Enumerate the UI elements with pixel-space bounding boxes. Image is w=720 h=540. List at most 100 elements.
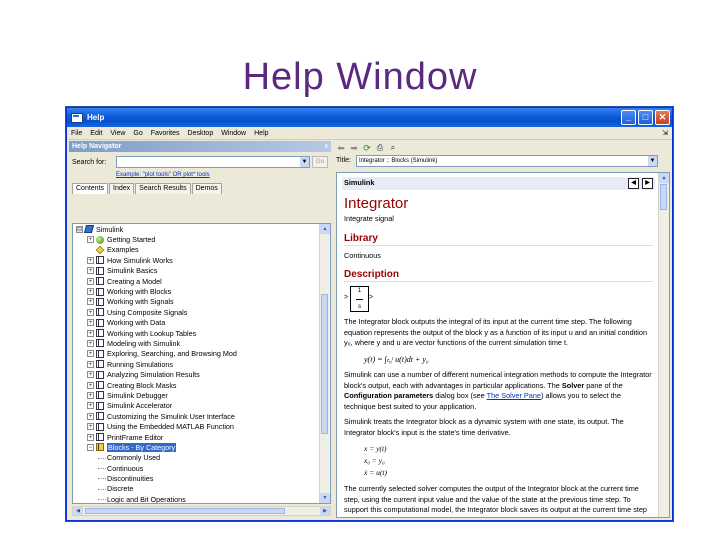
maximize-button[interactable]: □ xyxy=(638,110,653,125)
tree-item-label: Getting Started xyxy=(107,235,156,245)
content-vertical-scrollbar[interactable]: ▲ xyxy=(658,173,669,517)
menu-view[interactable]: View xyxy=(110,130,125,137)
tree-item[interactable]: + Using Composite Signals xyxy=(73,307,320,317)
tab-demos[interactable]: Demos xyxy=(191,183,222,194)
tree-item[interactable]: + Using the Embedded MATLAB Function xyxy=(73,421,320,431)
search-input[interactable]: ▼ xyxy=(116,156,310,168)
tree-item[interactable]: + Creating a Model xyxy=(73,276,320,286)
description-para-3: Simulink treats the Integrator block as … xyxy=(344,417,624,437)
tree-item[interactable]: − Blocks - By Category xyxy=(73,442,320,452)
expand-toggle-icon[interactable]: + xyxy=(87,391,94,399)
tree-item[interactable]: + Working with Data xyxy=(73,318,320,328)
tab-index[interactable]: Index xyxy=(109,183,135,194)
expand-toggle-icon[interactable]: + xyxy=(87,319,94,327)
expand-toggle-icon[interactable]: − xyxy=(87,443,94,451)
tab-contents[interactable]: Contents xyxy=(72,183,109,194)
tree-item[interactable]: + Working with Lookup Tables xyxy=(73,328,320,338)
content-scroll-thumb[interactable] xyxy=(660,184,667,210)
tree-item[interactable]: + Analyzing Simulation Results xyxy=(73,369,320,379)
tree-hscroll-thumb[interactable] xyxy=(85,508,285,514)
menu-file[interactable]: File xyxy=(71,130,82,137)
menu-favorites[interactable]: Favorites xyxy=(151,130,180,137)
find-binoculars-icon[interactable]: ⌕ xyxy=(388,143,398,153)
tree-horizontal-scrollbar[interactable]: ◀ ▶ xyxy=(72,506,331,516)
menu-desktop[interactable]: Desktop xyxy=(188,130,214,137)
menu-go[interactable]: Go xyxy=(133,130,142,137)
content-scroll-up-icon[interactable]: ▲ xyxy=(659,173,669,183)
tree-item[interactable]: + Simulink Basics xyxy=(73,266,320,276)
undock-icon[interactable]: ⇲ xyxy=(662,129,668,137)
solver-pane-link[interactable]: The Solver Pane xyxy=(487,391,541,400)
back-icon[interactable]: ⬅ xyxy=(336,143,346,153)
tree-item[interactable]: + Exploring, Searching, and Browsing Mod xyxy=(73,349,320,359)
tree-item[interactable]: + Customizing the Simulink User Interface xyxy=(73,411,320,421)
menu-window[interactable]: Window xyxy=(221,130,246,137)
tree-item[interactable]: Discontinuities xyxy=(73,473,320,483)
scroll-down-icon[interactable]: ▼ xyxy=(320,493,330,503)
getting-started-icon xyxy=(96,235,104,244)
next-page-icon[interactable]: ▶ xyxy=(642,178,653,189)
tree-item[interactable]: + Simulink Accelerator xyxy=(73,401,320,411)
page-title-field[interactable]: Integrator :: Blocks (Simulink) ▼ xyxy=(356,154,658,167)
expand-toggle-icon[interactable]: + xyxy=(87,360,94,368)
expand-toggle-icon[interactable]: + xyxy=(87,256,94,264)
search-example-link[interactable]: Example: "plot tools" OR plot* tools xyxy=(116,172,331,178)
forward-icon[interactable]: ➡ xyxy=(349,143,359,153)
expand-toggle-icon[interactable]: + xyxy=(87,288,94,296)
tree-item[interactable]: + Simulink Debugger xyxy=(73,390,320,400)
contents-tree-panel: ⊟ Simulink + Getting Started Examples + How Si… xyxy=(72,223,331,504)
print-icon[interactable]: ⎙ xyxy=(375,143,385,153)
expand-toggle-icon[interactable]: + xyxy=(87,236,94,244)
state-equation-1: x = y(t) xyxy=(364,444,387,453)
window-titlebar[interactable]: Help _ □ ✕ xyxy=(67,108,672,127)
tab-search-results[interactable]: Search Results xyxy=(135,183,191,194)
search-dropdown-icon[interactable]: ▼ xyxy=(300,157,309,167)
tree-item[interactable]: + How Simulink Works xyxy=(73,255,320,265)
tree-item[interactable]: Logic and Bit Operations xyxy=(73,494,320,503)
menu-bar: File Edit View Go Favorites Desktop Wind… xyxy=(67,127,672,140)
expand-toggle-icon[interactable]: + xyxy=(87,339,94,347)
tree-item[interactable]: Discrete xyxy=(73,484,320,494)
expand-toggle-icon[interactable]: + xyxy=(87,298,94,306)
expand-toggle-icon[interactable]: + xyxy=(87,423,94,431)
tree-vertical-scrollbar[interactable]: ▲ ▼ xyxy=(319,224,330,503)
book-icon xyxy=(96,412,104,421)
expand-toggle-icon[interactable]: + xyxy=(87,267,94,275)
page-title-dropdown-icon[interactable]: ▼ xyxy=(648,155,657,166)
tree-item[interactable]: Examples xyxy=(73,245,320,255)
scroll-left-icon[interactable]: ◀ xyxy=(73,507,83,515)
refresh-icon[interactable]: ⟳ xyxy=(362,143,372,153)
tree-item[interactable]: + Working with Blocks xyxy=(73,286,320,296)
tree-item[interactable]: + Creating Block Masks xyxy=(73,380,320,390)
expand-toggle-icon[interactable]: + xyxy=(87,412,94,420)
tree-item-label: Discontinuities xyxy=(107,474,154,484)
scroll-up-icon[interactable]: ▲ xyxy=(320,224,330,234)
tree-item[interactable]: + Modeling with Simulink xyxy=(73,338,320,348)
tree-scroll-thumb[interactable] xyxy=(321,294,328,434)
tree-item[interactable]: + Getting Started xyxy=(73,234,320,244)
expand-toggle-icon[interactable]: + xyxy=(87,350,94,358)
tree-item[interactable]: ⊟ Simulink xyxy=(73,224,320,234)
previous-page-icon[interactable]: ◀ xyxy=(628,178,639,189)
go-button[interactable]: Go xyxy=(312,156,328,168)
tree-item[interactable]: + Running Simulations xyxy=(73,359,320,369)
tree-item[interactable]: Continuous xyxy=(73,463,320,473)
tree-item[interactable]: + PrintFrame Editor xyxy=(73,432,320,442)
scroll-right-icon[interactable]: ▶ xyxy=(320,507,330,515)
tree-item-label: Simulink Accelerator xyxy=(107,401,173,411)
expand-toggle-icon[interactable]: + xyxy=(87,402,94,410)
close-navigator-icon[interactable]: x xyxy=(325,143,329,150)
minimize-button[interactable]: _ xyxy=(621,110,636,125)
expand-toggle-icon[interactable]: + xyxy=(87,381,94,389)
expand-toggle-icon[interactable]: + xyxy=(87,277,94,285)
menu-help[interactable]: Help xyxy=(254,130,268,137)
expand-toggle-icon[interactable]: + xyxy=(87,329,94,337)
expand-toggle-icon[interactable]: + xyxy=(87,308,94,316)
expand-toggle-icon[interactable]: + xyxy=(87,371,94,379)
expand-toggle-icon[interactable]: ⊟ xyxy=(76,225,83,233)
tree-item[interactable]: Commonly Used xyxy=(73,453,320,463)
expand-toggle-icon[interactable]: + xyxy=(87,433,94,441)
close-button[interactable]: ✕ xyxy=(655,110,670,125)
tree-item[interactable]: + Working with Signals xyxy=(73,297,320,307)
menu-edit[interactable]: Edit xyxy=(90,130,102,137)
